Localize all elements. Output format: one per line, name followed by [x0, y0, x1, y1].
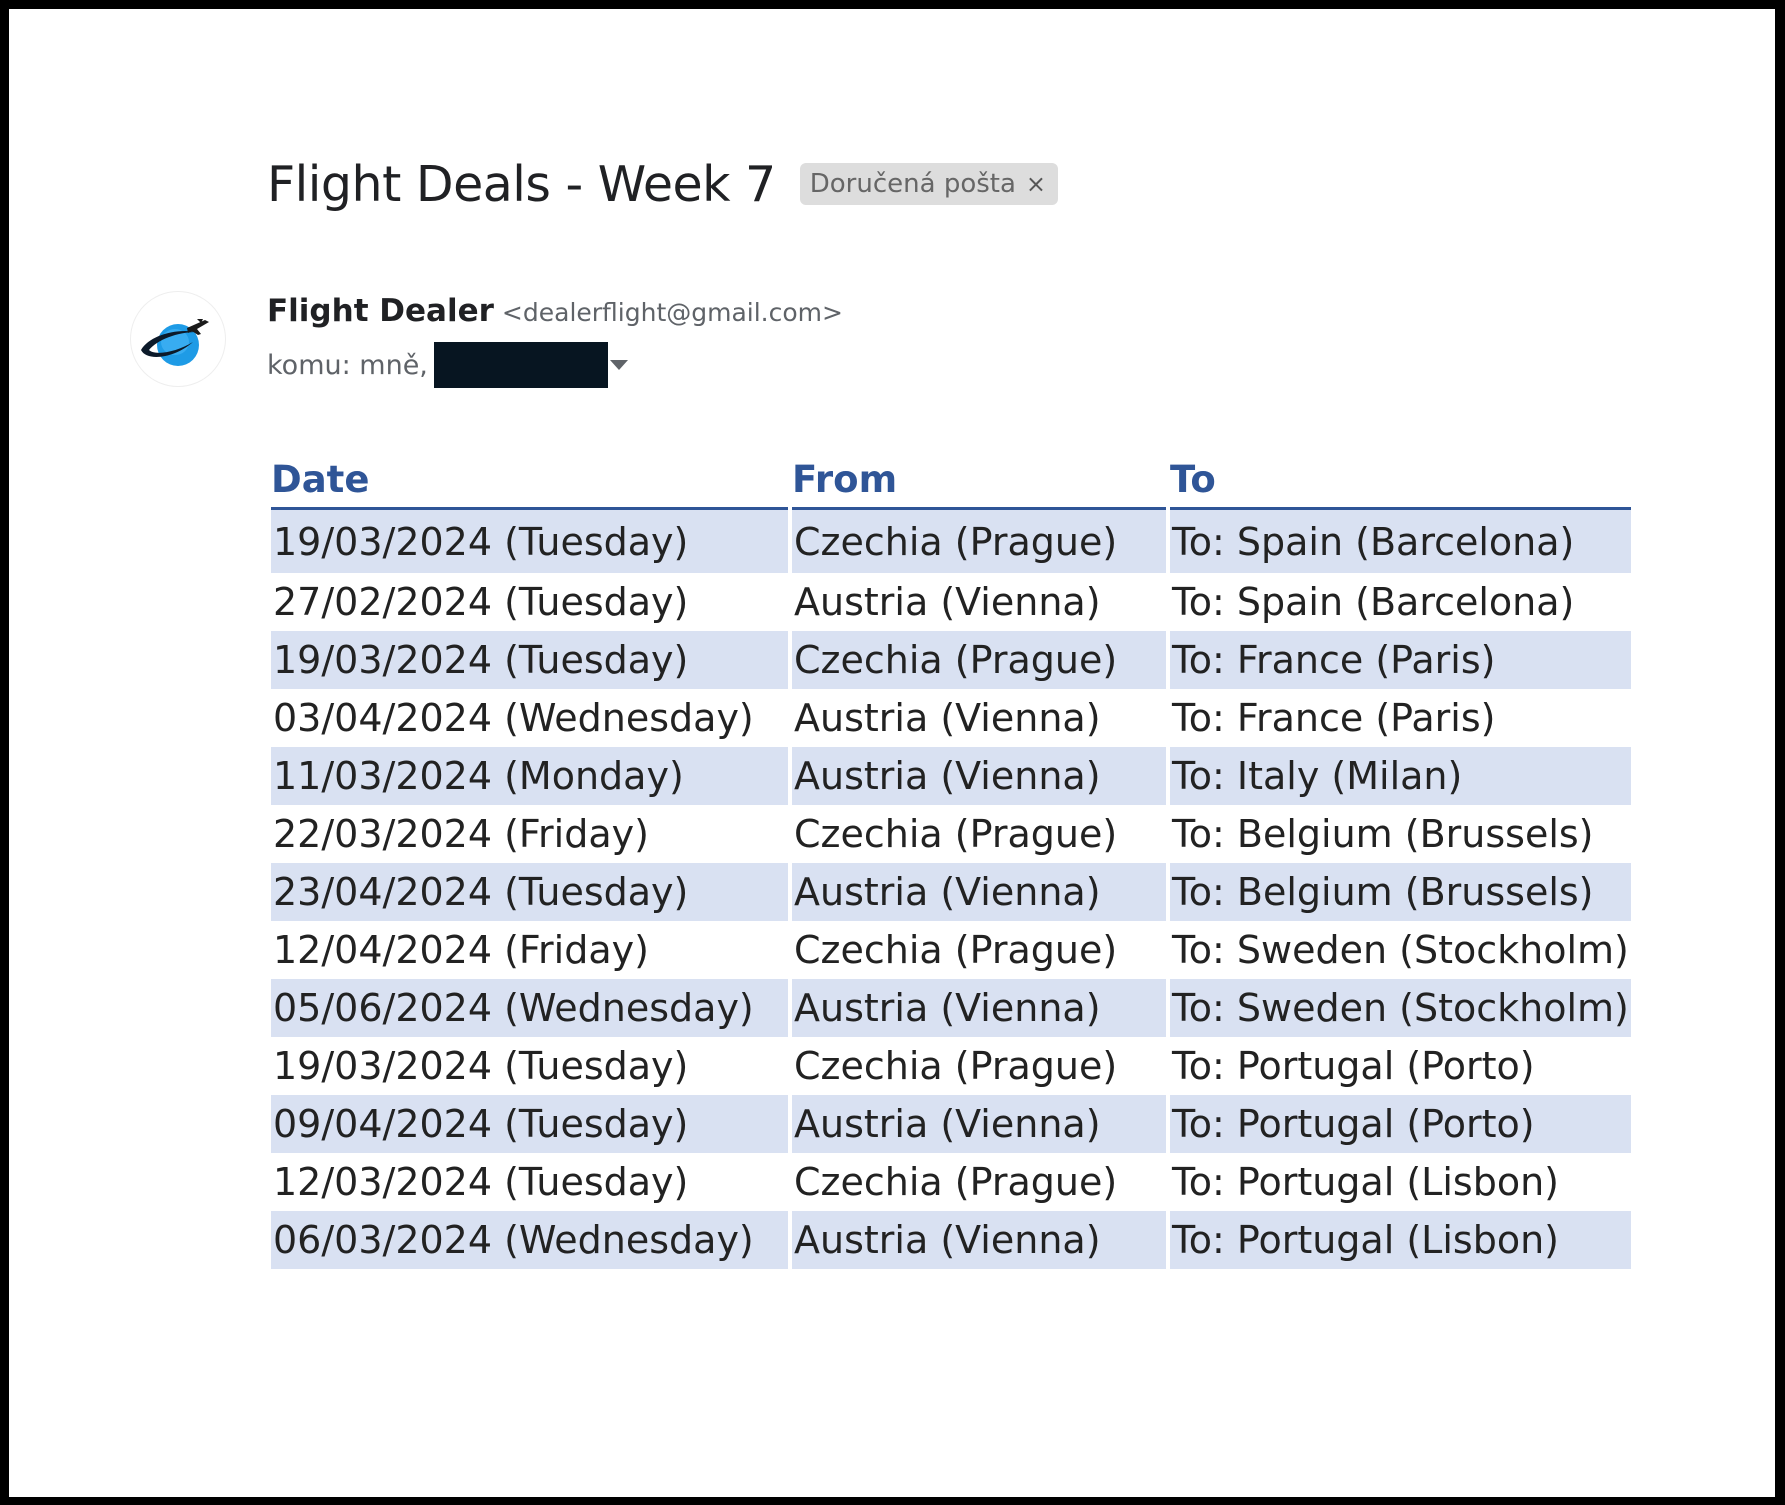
table-row: 05/06/2024 (Wednesday) Austria (Vienna) … — [271, 979, 1631, 1037]
column-header-to: To — [1170, 449, 1631, 510]
cell-to: To: Belgium (Brussels) — [1170, 863, 1631, 921]
email-subject-row: Flight Deals - Week 7 Doručená pošta × — [267, 149, 1059, 219]
sender-avatar[interactable] — [131, 292, 225, 386]
column-header-date: Date — [271, 449, 788, 510]
cell-from: Czechia (Prague) — [792, 510, 1166, 573]
cell-date: 19/03/2024 (Tuesday) — [271, 510, 788, 573]
table-row: 06/03/2024 (Wednesday) Austria (Vienna) … — [271, 1211, 1631, 1269]
cell-to: To: France (Paris) — [1170, 631, 1631, 689]
cell-from: Austria (Vienna) — [792, 979, 1166, 1037]
email-subject: Flight Deals - Week 7 — [267, 155, 776, 213]
table-row: 23/04/2024 (Tuesday) Austria (Vienna) To… — [271, 863, 1631, 921]
cell-to: To: Sweden (Stockholm) — [1170, 921, 1631, 979]
cell-date: 19/03/2024 (Tuesday) — [271, 631, 788, 689]
cell-date: 06/03/2024 (Wednesday) — [271, 1211, 788, 1269]
cell-date: 19/03/2024 (Tuesday) — [271, 1037, 788, 1095]
column-header-from: From — [792, 449, 1166, 510]
cell-to: To: Spain (Barcelona) — [1170, 573, 1631, 631]
cell-date: 05/06/2024 (Wednesday) — [271, 979, 788, 1037]
screenshot-frame: Flight Deals - Week 7 Doručená pošta × F… — [0, 0, 1785, 1505]
cell-to: To: Sweden (Stockholm) — [1170, 979, 1631, 1037]
recipient-prefix: komu: mně, — [267, 349, 428, 381]
cell-from: Austria (Vienna) — [792, 1095, 1166, 1153]
cell-to: To: Portugal (Porto) — [1170, 1095, 1631, 1153]
sender-email: <dealerflight@gmail.com> — [501, 298, 843, 327]
redacted-recipient — [433, 342, 608, 388]
flight-deals-table: Date From To 19/03/2024 (Tuesday) Czechi… — [267, 449, 1635, 1269]
cell-date: 11/03/2024 (Monday) — [271, 747, 788, 805]
cell-to: To: Italy (Milan) — [1170, 747, 1631, 805]
sender-line: Flight Dealer <dealerflight@gmail.com> — [267, 293, 843, 337]
globe-airplane-logo-icon — [141, 319, 209, 366]
cell-date: 27/02/2024 (Tuesday) — [271, 573, 788, 631]
cell-to: To: Belgium (Brussels) — [1170, 805, 1631, 863]
cell-to: To: Spain (Barcelona) — [1170, 510, 1631, 573]
cell-date: 12/04/2024 (Friday) — [271, 921, 788, 979]
cell-from: Czechia (Prague) — [792, 805, 1166, 863]
table-row: 19/03/2024 (Tuesday) Czechia (Prague) To… — [271, 1037, 1631, 1095]
table-header-row: Date From To — [271, 449, 1631, 510]
inbox-label-chip[interactable]: Doručená pošta × — [799, 163, 1059, 205]
cell-from: Austria (Vienna) — [792, 689, 1166, 747]
table-row: 19/03/2024 (Tuesday) Czechia (Prague) To… — [271, 510, 1631, 573]
inbox-label-text: Doručená pošta — [809, 169, 1016, 199]
chevron-down-icon[interactable] — [609, 360, 628, 370]
cell-date: 22/03/2024 (Friday) — [271, 805, 788, 863]
cell-to: To: France (Paris) — [1170, 689, 1631, 747]
cell-date: 03/04/2024 (Wednesday) — [271, 689, 788, 747]
table-row: 03/04/2024 (Wednesday) Austria (Vienna) … — [271, 689, 1631, 747]
recipient-line: komu: mně, — [267, 342, 628, 388]
cell-to: To: Portugal (Lisbon) — [1170, 1211, 1631, 1269]
cell-from: Austria (Vienna) — [792, 863, 1166, 921]
close-icon[interactable]: × — [1026, 172, 1046, 196]
table-row: 12/03/2024 (Tuesday) Czechia (Prague) To… — [271, 1153, 1631, 1211]
sender-name[interactable]: Flight Dealer — [267, 293, 494, 329]
cell-from: Czechia (Prague) — [792, 921, 1166, 979]
cell-date: 09/04/2024 (Tuesday) — [271, 1095, 788, 1153]
cell-from: Czechia (Prague) — [792, 1153, 1166, 1211]
cell-to: To: Portugal (Lisbon) — [1170, 1153, 1631, 1211]
cell-from: Austria (Vienna) — [792, 747, 1166, 805]
table-row: 22/03/2024 (Friday) Czechia (Prague) To:… — [271, 805, 1631, 863]
table-row: 09/04/2024 (Tuesday) Austria (Vienna) To… — [271, 1095, 1631, 1153]
cell-from: Austria (Vienna) — [792, 1211, 1166, 1269]
cell-from: Czechia (Prague) — [792, 631, 1166, 689]
table-row: 12/04/2024 (Friday) Czechia (Prague) To:… — [271, 921, 1631, 979]
cell-from: Austria (Vienna) — [792, 573, 1166, 631]
table-row: 11/03/2024 (Monday) Austria (Vienna) To:… — [271, 747, 1631, 805]
table-row: 19/03/2024 (Tuesday) Czechia (Prague) To… — [271, 631, 1631, 689]
table-row: 27/02/2024 (Tuesday) Austria (Vienna) To… — [271, 573, 1631, 631]
cell-from: Czechia (Prague) — [792, 1037, 1166, 1095]
cell-date: 12/03/2024 (Tuesday) — [271, 1153, 788, 1211]
cell-date: 23/04/2024 (Tuesday) — [271, 863, 788, 921]
cell-to: To: Portugal (Porto) — [1170, 1037, 1631, 1095]
